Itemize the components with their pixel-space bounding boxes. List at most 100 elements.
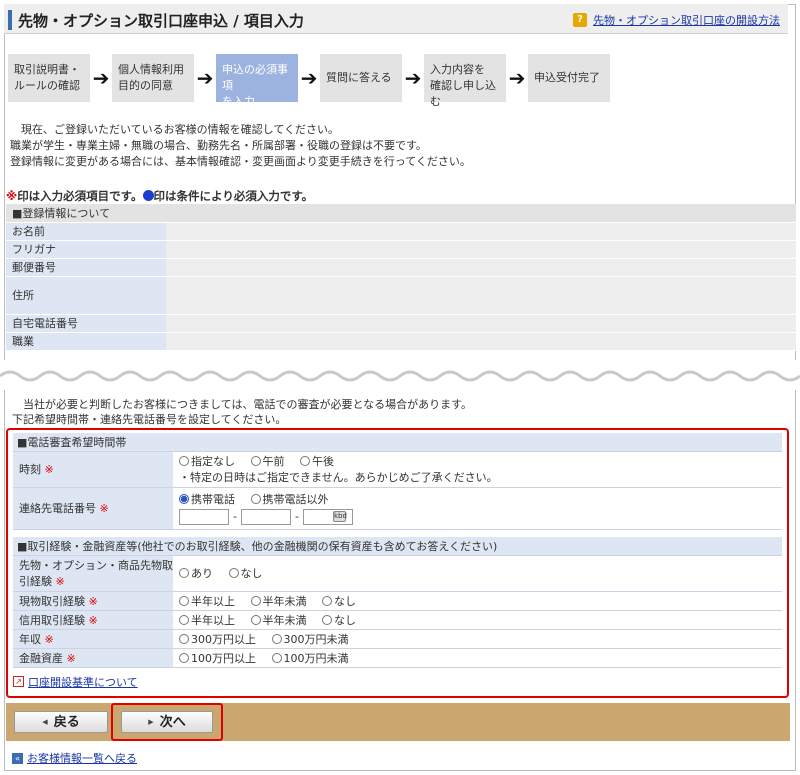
account-standard-link[interactable]: 口座開設基準について	[28, 674, 138, 690]
radio-checked-icon[interactable]	[179, 494, 189, 504]
dash: -	[294, 509, 299, 523]
option-label: 100万円未満	[283, 651, 349, 665]
radio-icon[interactable]	[250, 494, 261, 504]
margin-experience-label: 信用取引経験 ※	[13, 610, 173, 630]
margin-option-none[interactable]: なし	[322, 612, 356, 628]
help-link-area[interactable]: ? 先物・オプション取引口座の開設方法	[573, 12, 780, 28]
phone-number-inputs: - - kbd	[179, 509, 782, 525]
spot-experience-label: 現物取引経験 ※	[13, 591, 173, 611]
tel-option-other[interactable]: 携帯電話以外	[250, 491, 329, 507]
time-label-text: 時刻	[19, 463, 41, 476]
back-to-list-row[interactable]: « お客様情報一覧へ戻る	[12, 750, 137, 766]
radio-icon[interactable]	[250, 614, 261, 625]
radio-icon[interactable]	[250, 595, 261, 606]
back-button-label: 戻る	[53, 715, 80, 730]
required-mark: ※	[44, 463, 54, 476]
account-standard-link-row[interactable]: ↗ 口座開設基準について	[13, 674, 782, 690]
radio-icon[interactable]	[228, 568, 239, 578]
back-button[interactable]: ◀ 戻る	[14, 711, 108, 733]
radio-icon[interactable]	[179, 595, 189, 606]
button-bar: ◀ 戻る ▶ 次へ	[6, 703, 790, 741]
notice-line: 当社が必要と判断したお客様につきましては、電話での審査が必要となる場合があります…	[23, 398, 473, 411]
registration-table: ■登録情報について お名前 フリガナ 郵便番号 住所 自宅電話番号 職業	[6, 204, 796, 351]
radio-icon[interactable]	[300, 456, 310, 466]
radio-icon[interactable]	[179, 568, 189, 578]
radio-icon[interactable]	[179, 614, 189, 625]
time-option-pm[interactable]: 午後	[300, 453, 334, 469]
tel-option-mobile[interactable]: 携帯電話	[179, 491, 235, 507]
intro-line: 職業が学生・専業主婦・無職の場合、勤務先名・所属部署・役職の登録は不要です。	[10, 139, 427, 152]
spot-option-none[interactable]: なし	[322, 593, 356, 609]
radio-icon[interactable]	[179, 633, 189, 644]
phone-part-1-input[interactable]	[179, 509, 229, 525]
futures-experience-label-text: 先物・オプション・商品先物取引経験	[19, 559, 173, 588]
option-label: 指定なし	[191, 455, 235, 468]
assets-option-under-1m[interactable]: 100万円未満	[271, 650, 349, 666]
name-value	[166, 222, 796, 241]
futures-option-yes[interactable]: あり	[179, 565, 213, 581]
futures-option-no[interactable]: なし	[228, 565, 263, 581]
step-1: 取引説明書・ ルールの確認	[8, 54, 90, 102]
next-button-highlight: ▶ 次へ	[111, 703, 223, 741]
margin-experience-label-text: 信用取引経験	[19, 613, 85, 627]
option-label: 午後	[312, 455, 334, 468]
radio-icon[interactable]	[179, 652, 189, 663]
spot-experience-label-text: 現物取引経験	[19, 594, 85, 608]
title-accent-bar	[8, 10, 12, 30]
step-5: 入力内容を 確認し申し込む	[424, 54, 506, 108]
next-button[interactable]: ▶ 次へ	[121, 711, 213, 733]
progress-steps: 取引説明書・ ルールの確認 ➔ 個人情報利用 目的の同意 ➔ 申込の必須事項 を…	[8, 54, 610, 108]
spot-option-over-half-year[interactable]: 半年以上	[179, 593, 235, 609]
radio-icon[interactable]	[322, 595, 332, 606]
required-note-text: 印は入力必須項目です。	[17, 189, 143, 203]
conditional-note-text: 印は条件により必須入力です。	[153, 189, 314, 203]
radio-icon[interactable]	[250, 456, 261, 466]
annual-income-field: 300万円以上 300万円未満	[173, 629, 782, 649]
furigana-label: フリガナ	[6, 240, 166, 259]
step-arrow-icon: ➔	[508, 66, 526, 90]
back-to-list-link[interactable]: お客様情報一覧へ戻る	[27, 750, 137, 766]
assets-option-over-1m[interactable]: 100万円以上	[179, 650, 256, 666]
time-field: 指定なし 午前 午後 ・特定の日時はご指定できません。あらかじめご了承ください。	[173, 451, 782, 488]
external-link-icon: ↗	[13, 676, 24, 687]
intro-line: 現在、ご登録いただいているお客様の情報を確認してください。	[21, 123, 340, 136]
income-option-over-3m[interactable]: 300万円以上	[179, 631, 256, 647]
option-label: 300万円未満	[283, 632, 349, 646]
time-note: ・特定の日時はご指定できません。あらかじめご了承ください。	[179, 471, 498, 484]
occupation-value	[166, 332, 796, 351]
time-option-none[interactable]: 指定なし	[179, 453, 235, 469]
step-6: 申込受付完了	[528, 54, 610, 102]
conditional-required-dot-icon	[142, 190, 154, 201]
phone-part-2-input[interactable]	[240, 509, 291, 525]
next-button-label: 次へ	[159, 715, 186, 730]
contact-phone-label-text: 連絡先電話番号	[19, 502, 96, 515]
help-link[interactable]: 先物・オプション取引口座の開設方法	[593, 12, 780, 28]
radio-icon[interactable]	[322, 614, 332, 625]
experience-section-title: ■取引経験・金融資産等(他社でのお取引経験、他の金融機関の保有資産も含めてお答え…	[13, 537, 782, 556]
spot-option-under-half-year[interactable]: 半年未満	[250, 593, 307, 609]
income-option-under-3m[interactable]: 300万円未満	[271, 631, 349, 647]
radio-icon[interactable]	[271, 652, 282, 663]
keyboard-icon[interactable]: kbd	[332, 511, 347, 522]
option-label: 300万円以上	[191, 632, 256, 646]
home-phone-label: 自宅電話番号	[6, 314, 166, 333]
step-2: 個人情報利用 目的の同意	[112, 54, 194, 102]
time-option-am[interactable]: 午前	[250, 453, 285, 469]
annual-income-label: 年収 ※	[13, 629, 173, 649]
option-label: なし	[240, 567, 263, 580]
margin-option-under-half-year[interactable]: 半年未満	[250, 612, 307, 628]
spacer	[13, 529, 782, 537]
step-arrow-icon: ➔	[404, 66, 422, 90]
radio-icon[interactable]	[271, 633, 282, 644]
triangle-right-icon: ▶	[148, 718, 154, 726]
intro-line: 登録情報に変更がある場合には、基本情報確認・変更画面より変更手続きを行ってくださ…	[10, 155, 471, 168]
radio-icon[interactable]	[179, 456, 189, 466]
required-mark: ※	[88, 613, 98, 627]
occupation-label: 職業	[6, 332, 166, 351]
required-mark: ※	[66, 651, 76, 665]
margin-option-over-half-year[interactable]: 半年以上	[179, 612, 235, 628]
required-mark: ※	[99, 502, 109, 515]
futures-experience-label: 先物・オプション・商品先物取引経験 ※	[13, 555, 173, 592]
financial-assets-label: 金融資産 ※	[13, 648, 173, 668]
required-mark: ※	[6, 189, 18, 203]
